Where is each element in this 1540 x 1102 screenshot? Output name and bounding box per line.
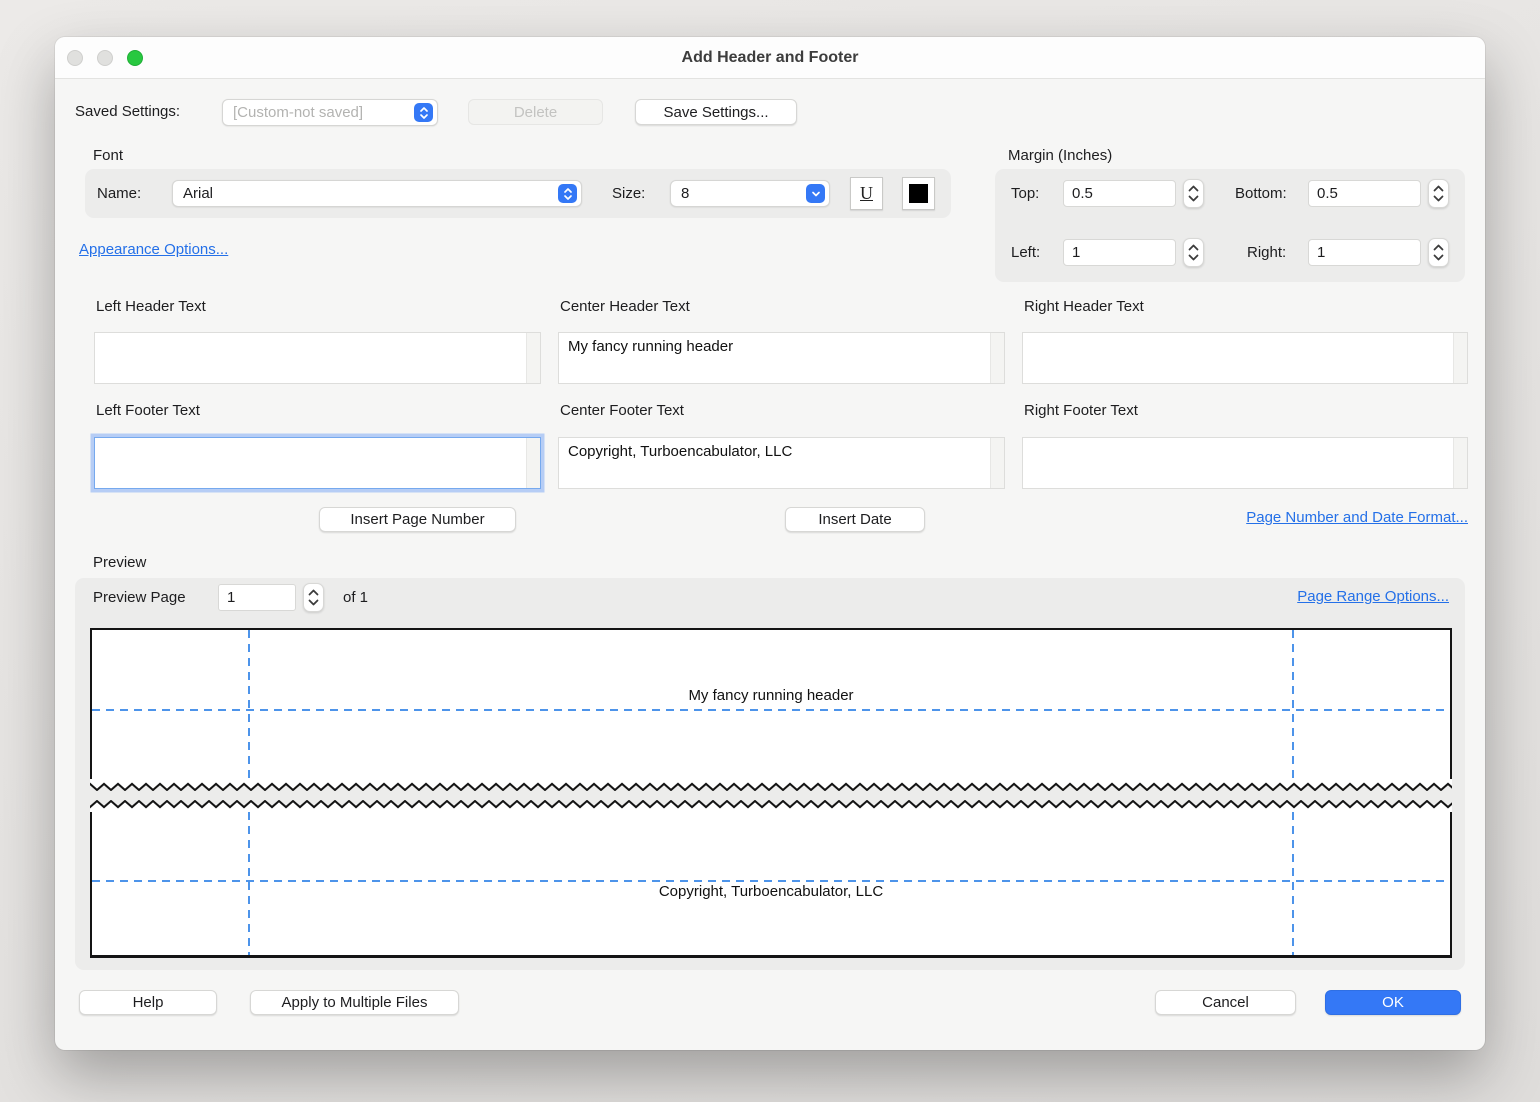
center-footer-label: Center Footer Text bbox=[560, 401, 684, 421]
margin-left-label: Left: bbox=[1011, 243, 1040, 263]
left-footer-text bbox=[95, 438, 540, 488]
scrollbar-track[interactable] bbox=[526, 438, 540, 488]
scrollbar-track[interactable] bbox=[526, 333, 540, 383]
margin-left-stepper[interactable] bbox=[1183, 238, 1204, 267]
font-size-select[interactable]: 8 bbox=[670, 180, 830, 207]
center-footer-textarea[interactable]: Copyright, Turboencabulator, LLC bbox=[558, 437, 1005, 489]
left-footer-textarea[interactable] bbox=[94, 437, 541, 489]
header-baseline-guide bbox=[92, 709, 1450, 711]
scrollbar-track[interactable] bbox=[990, 333, 1004, 383]
dialog-title: Add Header and Footer bbox=[55, 37, 1485, 79]
titlebar: Add Header and Footer bbox=[55, 37, 1485, 79]
scrollbar-track[interactable] bbox=[1453, 333, 1467, 383]
center-header-text: My fancy running header bbox=[559, 333, 1004, 383]
preview-page-label: Preview Page bbox=[93, 588, 186, 608]
preview-section-label: Preview bbox=[93, 553, 146, 573]
preview-panel: Preview Page of 1 Page Range Options... … bbox=[75, 578, 1465, 970]
margin-right-label: Right: bbox=[1247, 243, 1286, 263]
right-footer-label: Right Footer Text bbox=[1024, 401, 1138, 421]
torn-edge-zigzag bbox=[90, 779, 1452, 791]
cancel-button[interactable]: Cancel bbox=[1155, 990, 1296, 1015]
font-color-swatch-button[interactable] bbox=[902, 177, 935, 210]
right-footer-text bbox=[1023, 438, 1467, 488]
margin-right-input[interactable] bbox=[1308, 239, 1421, 266]
torn-edge-zigzag bbox=[90, 800, 1452, 812]
insert-page-number-button[interactable]: Insert Page Number bbox=[319, 507, 516, 532]
center-header-label: Center Header Text bbox=[560, 297, 690, 317]
insert-date-button[interactable]: Insert Date bbox=[785, 507, 925, 532]
add-header-footer-dialog: Add Header and Footer Saved Settings: [C… bbox=[55, 37, 1485, 1050]
chevron-up-down-icon bbox=[414, 103, 433, 122]
preview-page-input[interactable] bbox=[218, 584, 296, 611]
delete-button[interactable]: Delete bbox=[468, 99, 603, 125]
font-section-label: Font bbox=[93, 146, 123, 166]
left-header-textarea[interactable] bbox=[94, 332, 541, 384]
page-range-options-link[interactable]: Page Range Options... bbox=[1297, 588, 1449, 605]
center-footer-text: Copyright, Turboencabulator, LLC bbox=[559, 438, 1004, 488]
underline-u-glyph: U bbox=[860, 183, 873, 204]
margin-bottom-label: Bottom: bbox=[1235, 184, 1287, 204]
margin-left-input[interactable] bbox=[1063, 239, 1176, 266]
left-header-label: Left Header Text bbox=[96, 297, 206, 317]
preview-footer-text: Copyright, Turboencabulator, LLC bbox=[92, 883, 1450, 900]
margin-right-stepper[interactable] bbox=[1428, 238, 1449, 267]
margin-group: Top: Bottom: Left: Right: bbox=[995, 169, 1465, 282]
chevron-up-down-icon bbox=[558, 184, 577, 203]
footer-baseline-guide bbox=[92, 880, 1450, 882]
margin-bottom-input[interactable] bbox=[1308, 180, 1421, 207]
margin-top-input[interactable] bbox=[1063, 180, 1176, 207]
left-margin-guide bbox=[248, 630, 250, 779]
preview-of-text: of 1 bbox=[343, 588, 368, 608]
preview-page-top-fragment: My fancy running header bbox=[90, 628, 1452, 779]
font-size-label: Size: bbox=[612, 184, 645, 204]
margin-section-label: Margin (Inches) bbox=[1008, 146, 1112, 166]
right-header-textarea[interactable] bbox=[1022, 332, 1468, 384]
apply-to-multiple-files-button[interactable]: Apply to Multiple Files bbox=[250, 990, 459, 1015]
left-footer-label: Left Footer Text bbox=[96, 401, 200, 421]
margin-top-stepper[interactable] bbox=[1183, 179, 1204, 208]
page-number-date-format-link[interactable]: Page Number and Date Format... bbox=[1246, 509, 1468, 526]
right-header-label: Right Header Text bbox=[1024, 297, 1144, 317]
font-name-value: Arial bbox=[183, 185, 213, 202]
black-color-swatch bbox=[909, 184, 928, 203]
underline-button[interactable]: U bbox=[850, 177, 883, 210]
right-margin-guide bbox=[1292, 630, 1294, 779]
scrollbar-track[interactable] bbox=[1453, 438, 1467, 488]
save-settings-button[interactable]: Save Settings... bbox=[635, 99, 797, 125]
center-header-textarea[interactable]: My fancy running header bbox=[558, 332, 1005, 384]
chevron-down-icon bbox=[806, 184, 825, 203]
margin-top-label: Top: bbox=[1011, 184, 1039, 204]
margin-bottom-stepper[interactable] bbox=[1428, 179, 1449, 208]
left-header-text bbox=[95, 333, 540, 383]
ok-button[interactable]: OK bbox=[1325, 990, 1461, 1015]
help-button[interactable]: Help bbox=[79, 990, 217, 1015]
font-group: Name: Arial Size: 8 U bbox=[85, 169, 951, 218]
right-footer-textarea[interactable] bbox=[1022, 437, 1468, 489]
saved-settings-select[interactable]: [Custom-not saved] bbox=[222, 99, 438, 126]
saved-settings-label: Saved Settings: bbox=[75, 102, 180, 122]
preview-page-stepper[interactable] bbox=[303, 583, 324, 612]
font-name-select[interactable]: Arial bbox=[172, 180, 582, 207]
appearance-options-link[interactable]: Appearance Options... bbox=[79, 241, 228, 258]
font-size-value: 8 bbox=[681, 185, 689, 202]
preview-header-text: My fancy running header bbox=[92, 687, 1450, 704]
right-header-text bbox=[1023, 333, 1467, 383]
saved-settings-value: [Custom-not saved] bbox=[233, 104, 363, 121]
font-name-label: Name: bbox=[97, 184, 141, 204]
scrollbar-track[interactable] bbox=[990, 438, 1004, 488]
preview-page-bottom-fragment: Copyright, Turboencabulator, LLC bbox=[90, 812, 1452, 958]
